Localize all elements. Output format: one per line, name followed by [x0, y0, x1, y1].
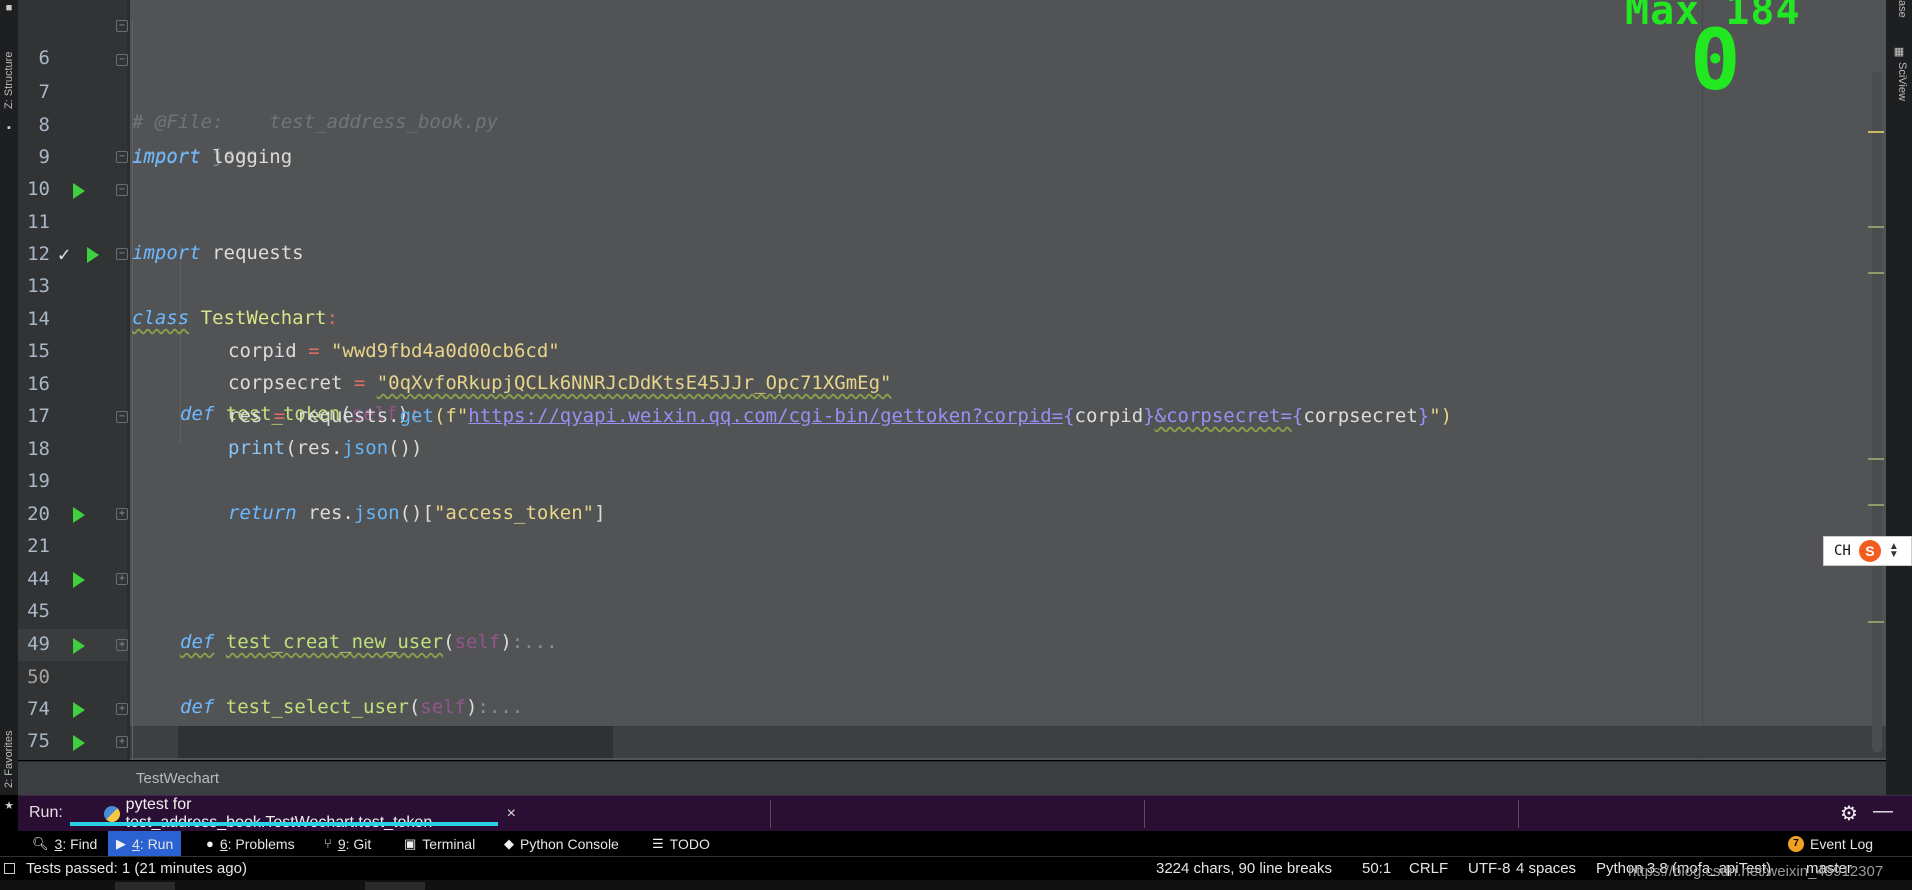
fold-expand-icon[interactable]: +: [116, 573, 128, 585]
tool-windows-icon[interactable]: [4, 863, 15, 874]
run-gutter-icon[interactable]: [73, 735, 85, 751]
taskbar-item[interactable]: [115, 882, 175, 890]
fold-icon[interactable]: −: [116, 151, 128, 163]
run-gutter-icon[interactable]: [73, 702, 85, 718]
minimize-icon[interactable]: —: [1873, 800, 1893, 823]
code-line[interactable]: 14 corpid = "wwd9fbd4a0d00cb6cd": [0, 271, 1912, 362]
pytest-icon: [104, 806, 120, 822]
fold-icon[interactable]: −: [116, 54, 128, 66]
code-line[interactable]: 10 − import requests: [0, 141, 1912, 264]
code-line[interactable]: 9: [0, 109, 1912, 168]
status-bar: Tests passed: 1 (21 minutes ago) 3224 ch…: [0, 856, 1912, 880]
run-gutter-icon[interactable]: [73, 572, 85, 588]
line-separator[interactable]: CRLF: [1409, 860, 1448, 877]
ime-expand-icon[interactable]: ▲ ▼: [1889, 542, 1899, 560]
scroll-marker[interactable]: [1868, 458, 1884, 460]
tab-git[interactable]: ⑂ 9: Git: [316, 831, 379, 856]
caret-position[interactable]: 50:1: [1362, 860, 1391, 877]
code-line[interactable]: 12: [0, 206, 1912, 265]
test-passed-check-icon: ✓: [58, 242, 71, 266]
test-status-message[interactable]: Tests passed: 1 (21 minutes ago): [26, 860, 247, 877]
run-config-tab[interactable]: pytest for test_address_book.TestWechart…: [86, 796, 516, 832]
run-gutter-icon[interactable]: [73, 183, 85, 199]
taskbar-strip: [0, 880, 1912, 890]
tool-window-bar: 🔍︎ 3: Find ▶ 4: Run ● 6: Problems ⑂ 9: Git ▣…: [0, 831, 1912, 856]
ime-mode-label[interactable]: CH: [1834, 543, 1851, 559]
indent-setting[interactable]: 4 spaces: [1516, 860, 1576, 877]
python-console-icon: ◆: [504, 835, 514, 851]
code-line[interactable]: 50 + def test_update_user(self):...: [0, 629, 1912, 784]
tab-problems[interactable]: ● 6: Problems: [198, 831, 303, 856]
code-line[interactable]: 18 − return res.json()["access_token"]: [0, 401, 1912, 524]
code-line[interactable]: 82 + def test_delete_many_users(self):..…: [0, 726, 1912, 881]
breadcrumb-class[interactable]: TestWechart: [136, 770, 219, 787]
scroll-marker[interactable]: [1868, 504, 1884, 506]
fold-expand-icon[interactable]: +: [116, 639, 128, 651]
code-line[interactable]: 7 − import json: [0, 44, 1912, 167]
gear-icon[interactable]: ⚙: [1840, 801, 1858, 826]
code-line[interactable]: 11 − class TestWechart:: [0, 174, 1912, 329]
code-line[interactable]: 16 res = requests.get(f"https://qyapi.we…: [0, 336, 1912, 427]
file-encoding[interactable]: UTF-8: [1468, 860, 1511, 877]
code-line[interactable]: 21 + def test_creat_new_user(self):...: [0, 498, 1912, 653]
fold-expand-icon[interactable]: +: [116, 508, 128, 520]
tab-python-console[interactable]: ◆ Python Console: [496, 831, 627, 856]
watermark: https://blog.csdn.net/weixin_45912307: [1628, 863, 1884, 880]
active-tab-indicator: [70, 822, 498, 826]
tab-event-log[interactable]: 7 Event Log: [1780, 831, 1881, 856]
code-line[interactable]: 74: [0, 661, 1912, 720]
tab-todo[interactable]: ☰ TODO: [644, 831, 718, 856]
warning-icon: ●: [206, 836, 214, 851]
code-line[interactable]: 8 import logging: [0, 77, 1912, 168]
tab-terminal[interactable]: ▣ Terminal: [396, 831, 483, 856]
breadcrumb: TestWechart: [18, 761, 1886, 795]
scroll-marker[interactable]: [1868, 272, 1884, 274]
search-icon: 🔍︎: [32, 835, 49, 851]
event-count-badge: 7: [1788, 835, 1804, 852]
run-config-tab-label: pytest for test_address_book.TestWechart…: [125, 796, 433, 831]
fold-icon[interactable]: −: [116, 248, 128, 260]
list-icon: ☰: [652, 835, 664, 851]
divider: [1144, 800, 1145, 828]
close-icon[interactable]: ×: [507, 805, 516, 823]
fold-icon[interactable]: −: [116, 184, 128, 196]
fold-icon[interactable]: −: [116, 20, 128, 32]
run-label: Run:: [29, 804, 63, 821]
scroll-marker[interactable]: [1868, 621, 1884, 623]
taskbar-item[interactable]: [365, 882, 425, 890]
tab-find[interactable]: 🔍︎ 3: Find: [24, 831, 105, 856]
scroll-marker[interactable]: [1868, 131, 1884, 133]
ime-toolbar[interactable]: CH S ▲ ▼: [1823, 536, 1912, 566]
code-line[interactable]: 13 ✓ − def test_token(self):: [0, 238, 1912, 425]
char-count[interactable]: 3224 chars, 90 line breaks: [1156, 860, 1332, 877]
code-line[interactable]: 15 corpsecret = "0qXvfoRkupjQCLk6NNRJcDd…: [0, 303, 1912, 394]
run-gutter-icon[interactable]: [87, 247, 99, 263]
code-line[interactable]: 45 + def test_select_user(self):...: [0, 563, 1912, 718]
counter-value-overlay: 0: [1690, 11, 1741, 109]
git-branch-icon: ⑂: [324, 836, 332, 851]
play-icon: ▶: [116, 835, 126, 851]
code-line[interactable]: 44: [0, 531, 1912, 590]
sogou-ime-icon[interactable]: S: [1858, 540, 1881, 562]
code-line[interactable]: 19: [0, 433, 1912, 492]
terminal-icon: ▣: [404, 835, 417, 851]
code-line[interactable]: 75 + def test_delete_user(self):...: [0, 693, 1912, 848]
editor-scrollbar[interactable]: [1872, 72, 1882, 752]
divider: [770, 800, 771, 828]
run-gutter-icon[interactable]: [73, 638, 85, 654]
fold-expand-icon[interactable]: +: [116, 703, 128, 715]
code-line[interactable]: 20: [0, 466, 1912, 525]
fold-expand-icon[interactable]: +: [116, 736, 128, 748]
code-line[interactable]: 49: [0, 596, 1912, 655]
tab-run[interactable]: ▶ 4: Run: [108, 831, 182, 856]
run-gutter-icon[interactable]: [73, 507, 85, 523]
scroll-marker[interactable]: [1868, 226, 1884, 228]
divider: [1518, 800, 1519, 828]
fold-icon[interactable]: −: [116, 411, 128, 423]
code-line[interactable]: 17 print(res.json()): [0, 368, 1912, 459]
